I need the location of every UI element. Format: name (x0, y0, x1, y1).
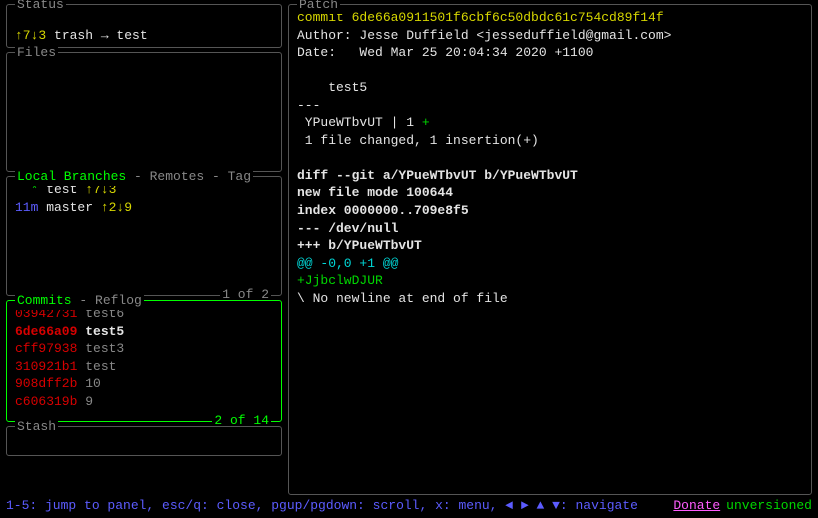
stash-title: Stash (17, 419, 56, 434)
commit-msg: test (77, 359, 116, 374)
commit-hash: cff97938 (15, 341, 77, 356)
commit-msg: 9 (77, 394, 93, 409)
commit-item[interactable]: c606319b 9 (15, 393, 275, 411)
patch-summary: 1 file changed, 1 insertion(+) (297, 132, 803, 150)
patch-stat-file: YPueWTbvUT | 1 (297, 115, 422, 130)
branch-item[interactable]: 11m master ↑2↓9 (15, 199, 275, 217)
status-panel[interactable]: Status ↑7↓3 trash → test (6, 4, 282, 48)
patch-added: +JjbclwDJUR (297, 272, 803, 290)
patch-date: Date: Wed Mar 25 20:04:34 2020 +1100 (297, 44, 803, 62)
branches-panel[interactable]: Local Branches - Remotes - Tag * test ↑7… (6, 176, 282, 296)
patch-diff-header: diff --git a/YPueWTbvUT b/YPueWTbvUT (297, 167, 803, 185)
commit-item[interactable]: 6de66a09 test5 (15, 323, 275, 341)
commit-hash: 908dff2b (15, 376, 77, 391)
status-ahead: ↑7 (15, 28, 31, 43)
commit-item[interactable]: 310921b1 test (15, 358, 275, 376)
commits-title: Commits (17, 293, 72, 308)
patch-plus: +++ b/YPueWTbvUT (297, 237, 803, 255)
commit-item[interactable]: cff97938 test3 (15, 340, 275, 358)
patch-panel[interactable]: Patch commit 6de66a0911501f6cbf6c50dbdc6… (288, 4, 812, 495)
commits-tabs-rest: - Reflog (72, 293, 142, 308)
bottom-bar: 1-5: jump to panel, esc/q: close, pgup/p… (0, 495, 818, 518)
commit-hash: 6de66a09 (15, 324, 77, 339)
status-behind: ↓3 (31, 28, 47, 43)
branches-tabs-rest: - Remotes - Tag (126, 169, 251, 184)
patch-index: index 0000000..709e8f5 (297, 202, 803, 220)
files-panel[interactable]: Files (6, 52, 282, 172)
branches-title: Local Branches (17, 169, 126, 184)
commit-msg: test5 (77, 324, 124, 339)
branch-age: 11m (15, 200, 38, 215)
patch-author: Author: Jesse Duffield <jesseduffield@gm… (297, 27, 803, 45)
patch-new-mode: new file mode 100644 (297, 184, 803, 202)
donate-link[interactable]: Donate (673, 497, 720, 515)
commit-msg: test3 (77, 341, 124, 356)
help-text: 1-5: jump to panel, esc/q: close, pgup/p… (6, 497, 638, 515)
commits-panel[interactable]: Commits - Reflog 03942731 test66de66a09 … (6, 300, 282, 422)
patch-minus: --- /dev/null (297, 220, 803, 238)
commit-item[interactable]: 908dff2b 10 (15, 375, 275, 393)
commit-hash: c606319b (15, 394, 77, 409)
patch-stat-plus: + (422, 115, 430, 130)
commit-hash: 310921b1 (15, 359, 77, 374)
patch-nonewline: \ No newline at end of file (297, 290, 803, 308)
branch-track: ↑2↓9 (101, 200, 132, 215)
patch-hunk: @@ -0,0 +1 @@ (297, 255, 803, 273)
files-title: Files (17, 45, 56, 60)
stash-panel[interactable]: Stash (6, 426, 282, 456)
patch-commit-hash: 6de66a0911501f6cbf6c50dbdc61c754cd89f14f (352, 10, 664, 25)
version-text: unversioned (726, 497, 812, 515)
patch-sep: --- (297, 97, 803, 115)
patch-subject: test5 (297, 79, 803, 97)
status-title: Status (17, 0, 64, 12)
patch-title: Patch (299, 0, 338, 12)
status-repo: trash → test (46, 28, 147, 43)
commit-msg: 10 (77, 376, 100, 391)
branch-name: master (38, 200, 100, 215)
